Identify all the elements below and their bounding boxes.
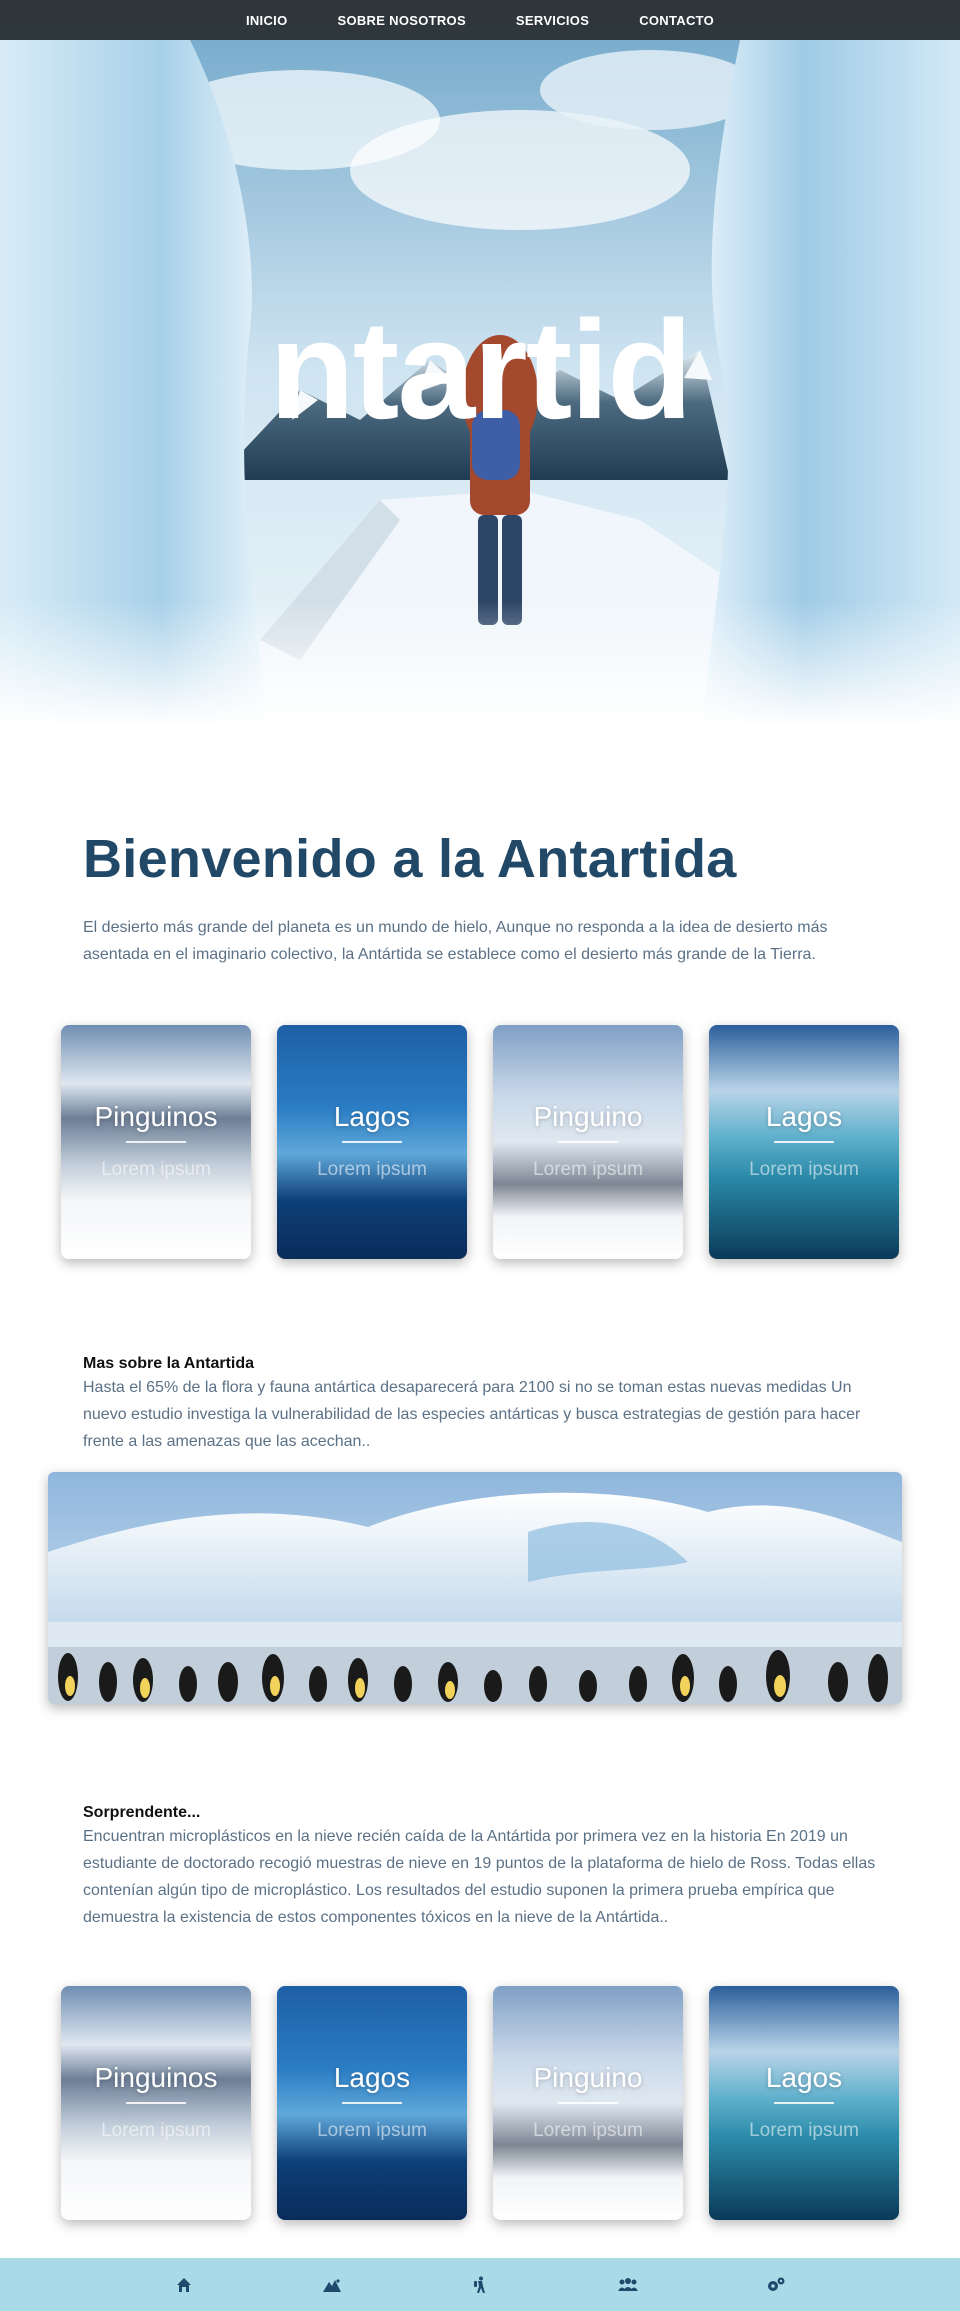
mountain-icon[interactable]: [322, 2275, 342, 2295]
gears-icon[interactable]: [766, 2275, 786, 2295]
card-subtitle: Lorem ipsum: [749, 1159, 859, 1180]
card-subtitle: Lorem ipsum: [749, 2120, 859, 2141]
hero-title: ntartid: [269, 291, 693, 448]
card-title: Pinguino: [533, 1101, 643, 1132]
section-more-text: Hasta el 65% de la flora y fauna antárti…: [83, 1379, 861, 1450]
section-surprise-title: Sorprendente...: [83, 1804, 201, 1821]
cards-row-1: Pinguinos Lorem ipsum Lagos Lorem ipsum …: [61, 1025, 899, 1259]
card-title: Lagos: [765, 2062, 843, 2093]
card-subtitle: Lorem ipsum: [317, 1159, 427, 1180]
cards-row-2: Pinguinos Lorem ipsum Lagos Lorem ipsum …: [61, 1986, 899, 2220]
card-title: Pinguino: [533, 2062, 643, 2093]
card-subtitle: Lorem ipsum: [101, 2120, 211, 2141]
card-divider: [774, 1141, 834, 1143]
welcome-text: El desierto más grande del planeta es un…: [83, 919, 828, 963]
card-divider: [342, 1141, 402, 1143]
footer-bar: [0, 2258, 960, 2311]
card-subtitle: Lorem ipsum: [317, 2120, 427, 2141]
card-pinguinos[interactable]: Pinguinos Lorem ipsum: [61, 1025, 251, 1259]
card-divider: [126, 1141, 186, 1143]
card-pinguinos[interactable]: Pinguinos Lorem ipsum: [61, 1986, 251, 2220]
card-divider: [558, 2102, 618, 2104]
top-nav: INICIO SOBRE NOSOTROS SERVICIOS CONTACTO: [0, 0, 960, 40]
card-divider: [558, 1141, 618, 1143]
group-icon[interactable]: [618, 2275, 638, 2295]
card-divider: [126, 2102, 186, 2104]
card-title: Lagos: [333, 2062, 411, 2093]
nav-item-servicios[interactable]: SERVICIOS: [516, 13, 589, 28]
card-divider: [774, 2102, 834, 2104]
card-subtitle: Lorem ipsum: [533, 1159, 643, 1180]
home-icon[interactable]: [174, 2275, 194, 2295]
card-lagos[interactable]: Lagos Lorem ipsum: [277, 1025, 467, 1259]
nav-item-sobre-nosotros[interactable]: SOBRE NOSOTROS: [337, 13, 465, 28]
hero-section: ntartid: [0, 0, 960, 740]
card-pinguino[interactable]: Pinguino Lorem ipsum: [493, 1986, 683, 2220]
section-surprise-text: Encuentran microplásticos en la nieve re…: [83, 1828, 876, 1926]
welcome-title: Bienvenido a la Antartida: [83, 829, 737, 889]
card-pinguino[interactable]: Pinguino Lorem ipsum: [493, 1025, 683, 1259]
card-title: Pinguinos: [94, 1101, 218, 1132]
section-more-title: Mas sobre la Antartida: [83, 1355, 255, 1372]
card-title: Lagos: [765, 1101, 843, 1132]
card-title: Pinguinos: [94, 2062, 218, 2093]
card-subtitle: Lorem ipsum: [101, 1159, 211, 1180]
card-subtitle: Lorem ipsum: [533, 2120, 643, 2141]
card-divider: [342, 2102, 402, 2104]
card-lagos[interactable]: Lagos Lorem ipsum: [277, 1986, 467, 2220]
card-lagos-2[interactable]: Lagos Lorem ipsum: [709, 1025, 899, 1259]
hiker-icon[interactable]: [470, 2275, 490, 2295]
hero-fade: [0, 600, 960, 740]
penguin-banner-image: [48, 1472, 902, 1704]
nav-item-inicio[interactable]: INICIO: [246, 13, 288, 28]
card-lagos-2[interactable]: Lagos Lorem ipsum: [709, 1986, 899, 2220]
nav-item-contacto[interactable]: CONTACTO: [639, 13, 714, 28]
banner-illustration: [48, 1472, 902, 1704]
card-title: Lagos: [333, 1101, 411, 1132]
